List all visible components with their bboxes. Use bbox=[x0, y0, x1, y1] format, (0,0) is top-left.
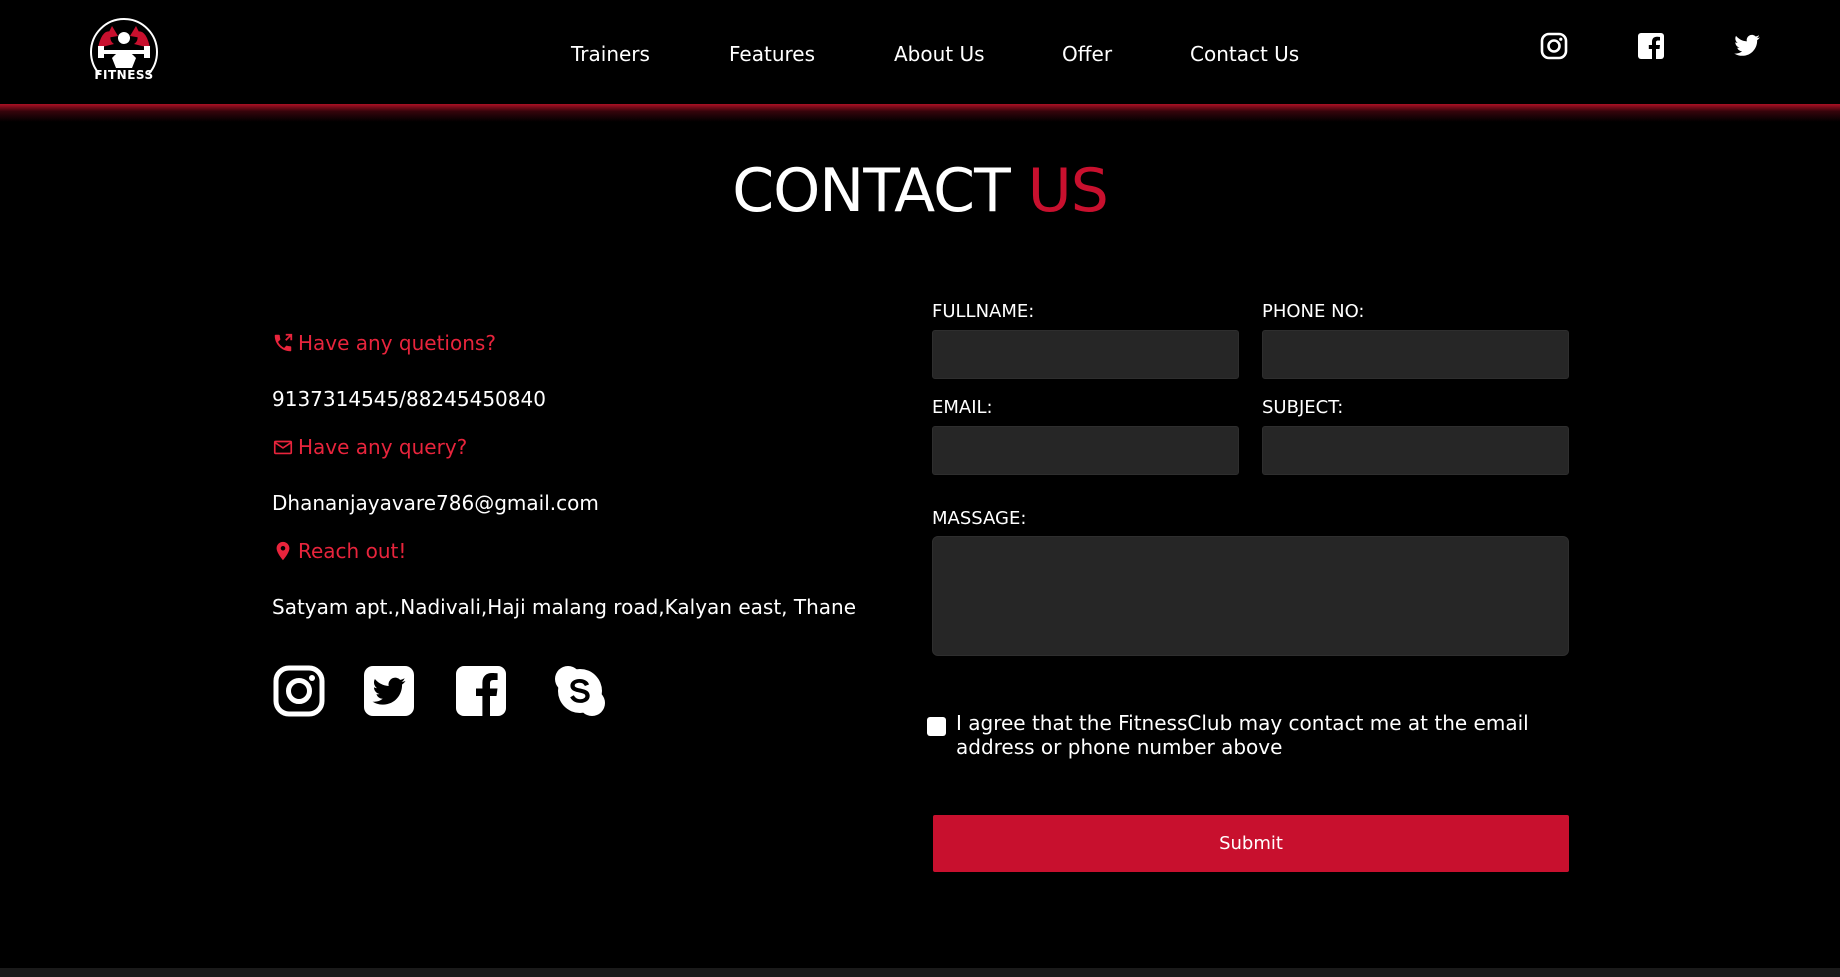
email-heading: Have any query? bbox=[272, 435, 467, 459]
header-glow-divider bbox=[0, 104, 1840, 122]
phone-label: PHONE NO: bbox=[1262, 301, 1365, 322]
skype-icon[interactable] bbox=[553, 664, 607, 718]
address-heading-text: Reach out! bbox=[298, 539, 407, 563]
location-pin-icon bbox=[272, 540, 294, 562]
email-address: Dhananjayavare786@gmail.com bbox=[272, 491, 599, 515]
email-label: EMAIL: bbox=[932, 397, 993, 418]
subject-input[interactable] bbox=[1262, 426, 1569, 475]
fullname-label: FULLNAME: bbox=[932, 301, 1035, 322]
submit-button[interactable]: Submit bbox=[933, 815, 1569, 872]
agree-checkbox[interactable] bbox=[927, 717, 946, 736]
logo-text: FITNESS bbox=[94, 68, 154, 82]
phone-number: 9137314545/88245450840 bbox=[272, 387, 546, 411]
title-main: CONTACT bbox=[732, 156, 1011, 226]
twitter-icon[interactable] bbox=[362, 664, 416, 718]
message-textarea[interactable] bbox=[932, 536, 1569, 656]
facebook-icon[interactable] bbox=[454, 664, 508, 718]
address-heading: Reach out! bbox=[272, 539, 406, 563]
page: FITNESS Trainers Features About Us Offer… bbox=[0, 0, 1840, 977]
nav-contact-us[interactable]: Contact Us bbox=[1190, 42, 1299, 66]
phone-heading: Have any quetions? bbox=[272, 331, 496, 355]
email-input[interactable] bbox=[932, 426, 1239, 475]
nav-trainers[interactable]: Trainers bbox=[571, 42, 650, 66]
address-text: Satyam apt.,Nadivali,Haji malang road,Ka… bbox=[272, 595, 857, 619]
instagram-icon[interactable] bbox=[272, 664, 326, 718]
phone-heading-text: Have any quetions? bbox=[298, 331, 496, 355]
agree-text: I agree that the FitnessClub may contact… bbox=[956, 711, 1529, 759]
twitter-icon[interactable] bbox=[1733, 32, 1761, 60]
facebook-icon[interactable] bbox=[1637, 32, 1665, 60]
instagram-icon[interactable] bbox=[1540, 32, 1568, 60]
subject-label: SUBJECT: bbox=[1262, 397, 1344, 418]
phone-icon bbox=[272, 332, 294, 354]
fullname-input[interactable] bbox=[932, 330, 1239, 379]
envelope-icon bbox=[272, 436, 294, 458]
site-header: FITNESS Trainers Features About Us Offer… bbox=[0, 0, 1840, 104]
email-heading-text: Have any query? bbox=[298, 435, 468, 459]
title-accent: US bbox=[1027, 156, 1109, 226]
page-title: CONTACT US bbox=[0, 156, 1840, 226]
phone-input[interactable] bbox=[1262, 330, 1569, 379]
nav-offer[interactable]: Offer bbox=[1062, 42, 1112, 66]
message-label: MASSAGE: bbox=[932, 508, 1027, 529]
nav-about-us[interactable]: About Us bbox=[894, 42, 985, 66]
nav-features[interactable]: Features bbox=[729, 42, 815, 66]
footer-strip bbox=[0, 968, 1840, 977]
